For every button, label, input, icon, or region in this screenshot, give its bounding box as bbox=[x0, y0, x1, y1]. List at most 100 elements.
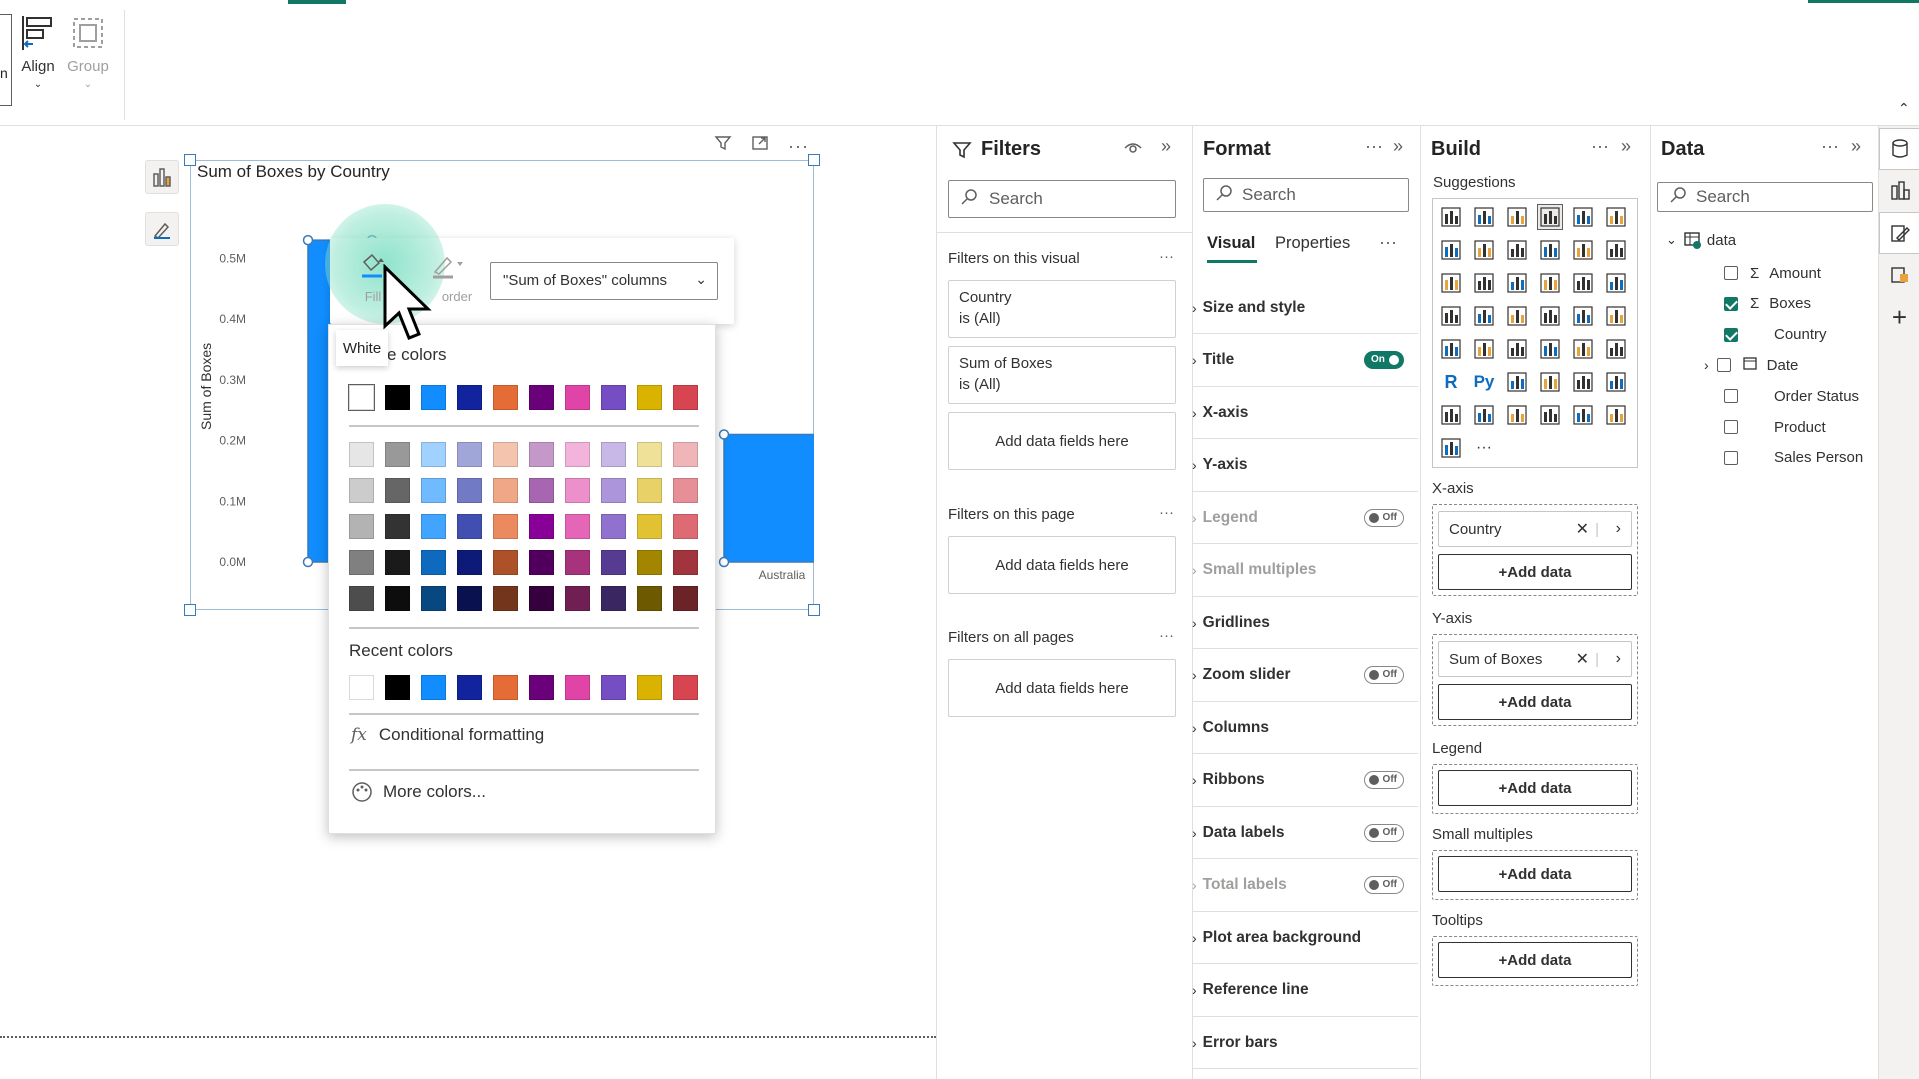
recent-color-swatch[interactable] bbox=[385, 675, 410, 700]
format-section-title[interactable]: › Title On bbox=[1192, 335, 1418, 387]
slicer-visual-icon[interactable] bbox=[1538, 337, 1562, 361]
multi-row-card-visual-icon[interactable] bbox=[1472, 337, 1496, 361]
color-swatch[interactable] bbox=[493, 478, 518, 503]
ribbon-visual-icon[interactable] bbox=[1439, 271, 1463, 295]
resize-handle[interactable] bbox=[184, 604, 196, 616]
stacked-area-visual-icon[interactable] bbox=[1505, 238, 1529, 262]
add-data-fields-page[interactable]: Add data fields here bbox=[948, 536, 1176, 594]
color-swatch[interactable] bbox=[529, 550, 554, 575]
format-section-columns[interactable]: › Columns bbox=[1192, 702, 1418, 754]
color-swatch[interactable] bbox=[565, 442, 590, 467]
add-data-legend-button[interactable]: +Add data bbox=[1438, 770, 1632, 806]
recent-color-swatch[interactable] bbox=[529, 675, 554, 700]
more-options-icon[interactable]: ··· bbox=[1159, 627, 1174, 644]
format-section-legend[interactable]: › Legend Off bbox=[1192, 492, 1418, 544]
waterfall-visual-icon[interactable] bbox=[1472, 271, 1496, 295]
format-section-plot-area-background[interactable]: › Plot area background bbox=[1192, 912, 1418, 964]
section-toggle[interactable]: Off bbox=[1364, 876, 1404, 894]
section-toggle[interactable]: Off bbox=[1364, 666, 1404, 684]
data-field-product[interactable]: Product bbox=[1724, 412, 1826, 442]
color-swatch[interactable] bbox=[529, 478, 554, 503]
data-field-amount[interactable]: Σ Amount bbox=[1724, 258, 1821, 288]
add-data-fields-visual[interactable]: Add data fields here bbox=[948, 412, 1176, 470]
color-swatch[interactable] bbox=[493, 514, 518, 539]
color-swatch[interactable] bbox=[457, 442, 482, 467]
treemap-visual-icon[interactable] bbox=[1439, 304, 1463, 328]
funnel-visual-icon[interactable] bbox=[1505, 271, 1529, 295]
color-swatch[interactable] bbox=[385, 514, 410, 539]
format-search-input[interactable]: Search bbox=[1203, 178, 1409, 212]
color-swatch[interactable] bbox=[457, 586, 482, 611]
color-swatch[interactable] bbox=[457, 385, 482, 410]
color-swatch[interactable] bbox=[565, 514, 590, 539]
expand-field-icon[interactable]: › bbox=[1616, 520, 1621, 538]
resize-handle[interactable] bbox=[808, 604, 820, 616]
field-checkbox[interactable] bbox=[1724, 389, 1738, 404]
python-visual-visual-icon[interactable]: Py bbox=[1472, 370, 1496, 394]
color-swatch[interactable] bbox=[493, 550, 518, 575]
data-field-sales-person[interactable]: Sales Person bbox=[1724, 443, 1863, 473]
color-swatch[interactable] bbox=[421, 385, 446, 410]
recent-color-swatch[interactable] bbox=[421, 675, 446, 700]
area-visual-icon[interactable] bbox=[1472, 238, 1496, 262]
format-section-error-bars[interactable]: › Error bars bbox=[1192, 1017, 1418, 1069]
color-swatch[interactable] bbox=[349, 550, 374, 575]
format-pane-icon[interactable] bbox=[1879, 212, 1919, 254]
color-swatch[interactable] bbox=[349, 514, 374, 539]
color-swatch[interactable] bbox=[601, 586, 626, 611]
more-colors-button[interactable]: More colors... bbox=[351, 781, 486, 803]
format-section-x-axis[interactable]: › X-axis bbox=[1192, 387, 1418, 439]
decomposition-tree-visual-icon[interactable] bbox=[1538, 370, 1562, 394]
color-swatch[interactable] bbox=[601, 385, 626, 410]
more-options-icon[interactable]: ··· bbox=[1159, 504, 1174, 521]
color-swatch[interactable] bbox=[673, 586, 698, 611]
format-section-size-and-style[interactable]: › Size and style bbox=[1192, 282, 1418, 334]
add-data-small-multiples-button[interactable]: +Add data bbox=[1438, 856, 1632, 892]
color-swatch[interactable] bbox=[349, 442, 374, 467]
donut-visual-icon[interactable] bbox=[1604, 271, 1628, 295]
color-swatch[interactable] bbox=[565, 385, 590, 410]
qa-visual-icon[interactable] bbox=[1571, 370, 1595, 394]
color-swatch[interactable] bbox=[457, 478, 482, 503]
data-field-date[interactable]: › Date bbox=[1704, 350, 1798, 380]
more-options-icon[interactable]: ··· bbox=[1365, 136, 1383, 157]
color-swatch[interactable] bbox=[637, 385, 662, 410]
color-swatch[interactable] bbox=[637, 478, 662, 503]
color-swatch[interactable] bbox=[385, 550, 410, 575]
recent-color-swatch[interactable] bbox=[493, 675, 518, 700]
more-options-icon[interactable]: ··· bbox=[1159, 248, 1174, 265]
color-swatch[interactable] bbox=[457, 514, 482, 539]
power-apps-visual-icon[interactable] bbox=[1505, 403, 1529, 427]
collapse-pane-icon[interactable]: » bbox=[1621, 136, 1631, 157]
bar-selection-handle[interactable] bbox=[718, 556, 730, 568]
collapse-pane-icon[interactable]: » bbox=[1393, 136, 1403, 157]
shape-map-visual-icon[interactable] bbox=[1538, 304, 1562, 328]
more-visual-icon[interactable]: ··· bbox=[1472, 436, 1496, 460]
scatter-visual-icon[interactable] bbox=[1538, 271, 1562, 295]
recent-color-swatch[interactable] bbox=[565, 675, 590, 700]
filter-icon[interactable] bbox=[714, 136, 737, 156]
color-swatch[interactable] bbox=[565, 550, 590, 575]
conditional-formatting-button[interactable]: fx Conditional formatting bbox=[351, 725, 544, 745]
remove-field-icon[interactable]: ✕ bbox=[1576, 649, 1589, 669]
line-visual-icon[interactable] bbox=[1439, 238, 1463, 262]
section-toggle[interactable]: Off bbox=[1364, 508, 1404, 527]
clustered-bar-visual-icon[interactable] bbox=[1505, 205, 1529, 229]
resize-handle[interactable] bbox=[184, 154, 196, 166]
recent-color-swatch[interactable] bbox=[349, 675, 374, 700]
color-swatch[interactable] bbox=[385, 478, 410, 503]
data-field-order-status[interactable]: Order Status bbox=[1724, 381, 1859, 411]
color-swatch[interactable] bbox=[457, 550, 482, 575]
group-button[interactable]: Group ⌄ bbox=[62, 14, 114, 104]
color-swatch[interactable] bbox=[637, 514, 662, 539]
collapse-ribbon-icon[interactable]: ⌃ bbox=[1898, 100, 1910, 117]
color-swatch[interactable] bbox=[529, 442, 554, 467]
100-bar-visual-icon[interactable] bbox=[1571, 205, 1595, 229]
color-swatch[interactable] bbox=[601, 442, 626, 467]
line-column-visual-icon[interactable] bbox=[1571, 238, 1595, 262]
add-data-fields-all-pages[interactable]: Add data fields here bbox=[948, 659, 1176, 717]
filter-card-country[interactable]: Country is (All) bbox=[948, 280, 1176, 338]
color-swatch[interactable] bbox=[673, 442, 698, 467]
add-data-y-axis-button[interactable]: +Add data bbox=[1438, 684, 1632, 720]
tab-properties[interactable]: Properties bbox=[1275, 234, 1350, 253]
